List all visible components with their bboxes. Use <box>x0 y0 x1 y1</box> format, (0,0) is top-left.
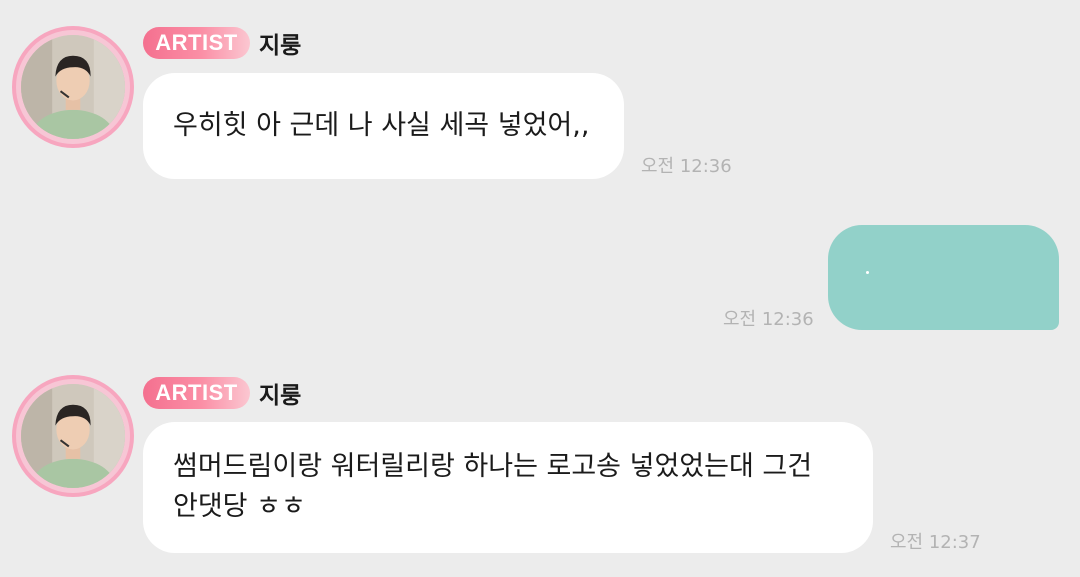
sender-name: 지룽 <box>259 33 302 59</box>
message-time: 오전 12:36 <box>723 309 814 330</box>
message-bubble[interactable]: 우히힛 아 근데 나 사실 세곡 넣었어,, <box>143 73 624 179</box>
message-time: 오전 12:36 <box>641 156 732 177</box>
person-icon <box>21 35 125 139</box>
sender-row: ARTIST 지룽 <box>143 26 301 60</box>
artist-avatar[interactable] <box>12 26 134 148</box>
person-icon <box>21 384 125 488</box>
artist-badge: ARTIST <box>143 27 250 59</box>
message-text: 썸머드림이랑 워터릴리랑 하나는 로고송 넣었었는대 그건 <box>173 451 813 482</box>
artist-avatar[interactable] <box>12 375 134 497</box>
avatar-photo <box>21 35 125 139</box>
sender-row: ARTIST 지룽 <box>143 376 301 410</box>
bubble-mark <box>866 271 869 274</box>
message-text: 안댓당 ㅎㅎ <box>173 491 306 522</box>
my-message-bubble[interactable] <box>828 225 1059 330</box>
message-bubble[interactable]: 썸머드림이랑 워터릴리랑 하나는 로고송 넣었었는대 그건 안댓당 ㅎㅎ <box>143 422 873 553</box>
sender-name: 지룽 <box>259 383 302 409</box>
artist-badge: ARTIST <box>143 377 250 409</box>
chat-screen: ARTIST 지룽 우히힛 아 근데 나 사실 세곡 넣었어,, 오전 12:3… <box>0 0 1080 577</box>
message-text: 우히힛 아 근데 나 사실 세곡 넣었어,, <box>173 110 590 141</box>
avatar-photo <box>21 384 125 488</box>
message-time: 오전 12:37 <box>890 532 981 553</box>
